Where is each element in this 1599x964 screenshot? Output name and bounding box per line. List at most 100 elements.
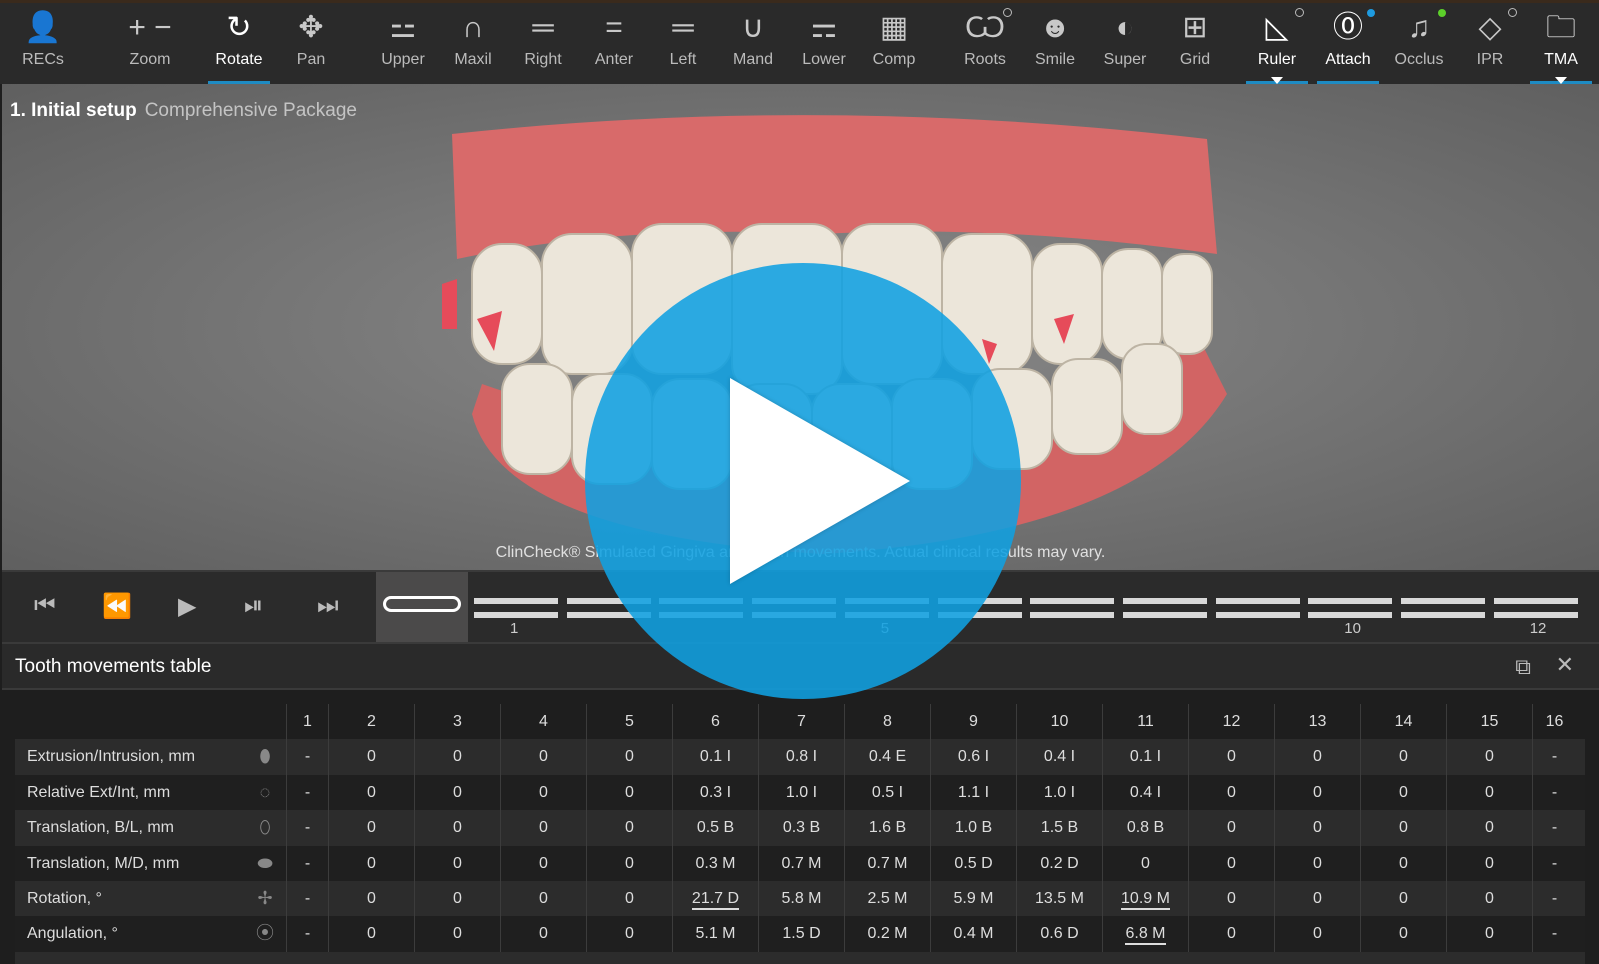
table-cell: - — [1532, 739, 1576, 775]
table-cell: 0 — [500, 845, 586, 881]
stage-segment[interactable] — [1493, 598, 1578, 618]
extrusion-tooth-icon: ⬮ — [259, 746, 271, 767]
tool-smile[interactable]: ☻ Smile — [1020, 3, 1090, 87]
table-cell: 0 — [414, 739, 500, 775]
table-cell: 2.5 M — [844, 880, 930, 917]
row-label: Translation, B/L, mm — [27, 819, 175, 837]
table-row: Translation, M/D, mm ⬬ -0 0 0 0 0.3 M 0.7 M 0.7 … — [15, 845, 1585, 881]
tool-maxil[interactable]: ∩ Maxil — [438, 3, 508, 87]
maxillary-arch-icon: ∩ — [462, 11, 484, 44]
table-cell: 0.6 D — [1016, 916, 1102, 952]
tool-occlus[interactable]: ♫ Occlus — [1384, 3, 1454, 87]
table-cell: 1.0 I — [758, 774, 844, 811]
tool-grid[interactable]: ⊞ Grid — [1160, 3, 1230, 87]
table-cell: 1.6 B — [844, 810, 930, 846]
table-cell: 0.8 B — [1102, 810, 1188, 846]
step-forward-icon[interactable]: ⏯ — [244, 592, 263, 620]
table-cell: 0 — [586, 810, 672, 846]
table-cell: 0 — [1360, 916, 1446, 952]
tool-comp[interactable]: ▦ Comp — [859, 3, 929, 87]
caret-down-icon — [1555, 77, 1567, 84]
table-cell: 0 — [414, 916, 500, 952]
video-play-button[interactable] — [585, 263, 1021, 699]
left-view-icon: ═ — [672, 11, 694, 44]
tool-attach[interactable]: ⓪ Attach — [1313, 3, 1383, 87]
table-cell: - — [1532, 845, 1576, 881]
table-cell: 5.9 M — [930, 880, 1016, 917]
table-cell: 0 — [414, 880, 500, 917]
tool-pan[interactable]: ✥ Pan — [276, 3, 346, 87]
table-cell: 0 — [1360, 774, 1446, 811]
play-icon[interactable]: ▶ — [178, 592, 196, 621]
tool-roots[interactable]: Ѡ Roots — [950, 3, 1020, 87]
table-cell: 0.2 M — [844, 916, 930, 952]
panel-title: Tooth movements table — [15, 656, 212, 677]
column-header: 12 — [1188, 704, 1274, 740]
anterior-view-icon: = — [605, 11, 623, 44]
step-back-icon[interactable]: ⏪ — [102, 592, 132, 621]
mandibular-arch-icon: ∪ — [742, 11, 764, 44]
tool-right[interactable]: ═ Right — [508, 3, 578, 87]
table-cell: 0 — [1188, 739, 1274, 775]
table-cell: - — [286, 739, 328, 775]
tool-label: Smile — [1034, 51, 1075, 68]
table-cell: 0 — [500, 774, 586, 811]
row-label: Translation, M/D, mm — [27, 854, 180, 872]
go-to-first-icon[interactable]: ⏮ — [34, 592, 56, 620]
tool-label: Upper — [381, 51, 425, 68]
table-cell: - — [286, 810, 328, 846]
table-cell: 0 — [586, 739, 672, 775]
stage-segment[interactable] — [1401, 598, 1485, 618]
tool-ipr[interactable]: ◇ IPR — [1455, 3, 1525, 87]
superimpose-icon: ◐ — [1115, 11, 1135, 44]
tool-label: Pan — [296, 51, 326, 68]
caret-down-icon — [1271, 77, 1283, 84]
tool-label: RECs — [22, 51, 64, 68]
tool-mand[interactable]: ∪ Mand — [718, 3, 788, 87]
tool-left[interactable]: ═ Left — [648, 3, 718, 87]
close-icon[interactable]: ✕ — [1556, 652, 1574, 678]
column-header: 9 — [930, 704, 1016, 740]
tool-upper[interactable]: ⚍ Upper — [368, 3, 438, 87]
stage-segment[interactable] — [1122, 598, 1207, 618]
stage-segment[interactable] — [1308, 598, 1393, 618]
copy-icon[interactable]: ⧉ — [1515, 654, 1531, 680]
tool-super[interactable]: ◐ Super — [1090, 3, 1160, 87]
tool-lower[interactable]: ⚎ Lower — [789, 3, 859, 87]
stage-segment[interactable] — [474, 598, 558, 618]
cell-value: 21.7 D — [691, 889, 740, 910]
table-cell: 0 — [414, 774, 500, 811]
status-ring — [1508, 8, 1517, 17]
table-cell: 0 — [586, 845, 672, 881]
tool-recs[interactable]: 👤 RECs — [8, 3, 78, 87]
table-cell: 0 — [586, 880, 672, 917]
column-header: 3 — [414, 704, 500, 740]
tool-tma[interactable]: 🗀 TMA — [1526, 3, 1596, 87]
tool-label: Roots — [964, 51, 1006, 68]
status-ring — [1003, 8, 1012, 17]
angulation-tooth-icon: ⦿ — [256, 923, 274, 944]
table-cell: 0 — [500, 810, 586, 846]
table-cell: 0 — [414, 845, 500, 881]
table-cell: 0 — [1188, 880, 1274, 917]
tool-ruler[interactable]: ◺ Ruler — [1242, 3, 1312, 87]
table-cell: - — [286, 880, 328, 917]
table-cell: - — [286, 774, 328, 811]
table-cell: 0 — [328, 810, 414, 846]
table-cell: 0.4 I — [1102, 774, 1188, 811]
tool-rotate[interactable]: ↻ Rotate — [204, 3, 274, 87]
current-stage-marker[interactable] — [376, 572, 468, 642]
go-to-last-icon[interactable]: ⏭ — [317, 592, 339, 620]
stage-segment[interactable] — [1215, 598, 1300, 618]
stage-tick-label: 1 — [510, 620, 519, 637]
pan-arrows-icon: ✥ — [298, 11, 324, 44]
table-cell: - — [1532, 810, 1576, 846]
table-cell: 0.8 I — [758, 739, 844, 775]
tool-zoom[interactable]: + − Zoom — [115, 3, 185, 87]
column-header: 2 — [328, 704, 414, 740]
tool-anter[interactable]: = Anter — [579, 3, 649, 87]
toolbar: 👤 RECs + − Zoom ↻ Rotate ✥ Pan ⚍ Upper ∩ Maxil ═ Righ… — [0, 0, 1599, 84]
column-header: 7 — [758, 704, 844, 740]
stage-segment[interactable] — [1030, 598, 1115, 618]
table-cell: 0 — [1274, 880, 1360, 917]
